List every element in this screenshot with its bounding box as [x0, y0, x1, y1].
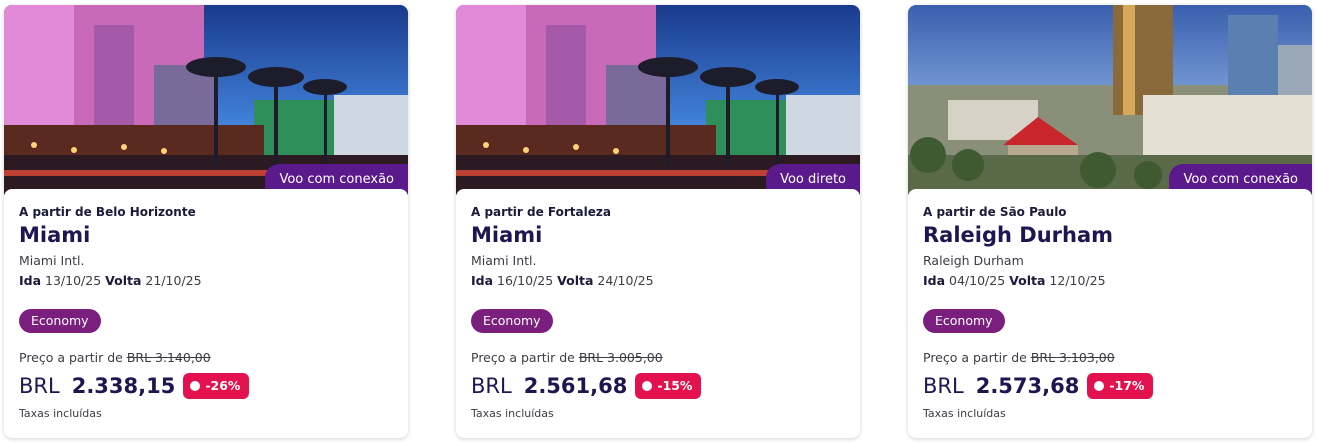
cabin-class-badge: Economy — [19, 309, 101, 333]
offer-card-miami-belo-horizonte[interactable]: Voo com conexão A partir de Belo Horizon… — [4, 5, 408, 438]
discount-value: -26% — [205, 378, 241, 393]
destination-title[interactable]: Miami — [19, 223, 90, 247]
outbound-label: Ida — [19, 273, 42, 288]
destination-title[interactable]: Raleigh Durham — [923, 223, 1113, 247]
price-row: BRL 2.338,15 -26% — [19, 372, 250, 400]
old-price: BRL 3.140,00 — [126, 350, 211, 365]
return-label: Volta — [1009, 273, 1046, 288]
tag-hole-icon — [1094, 381, 1105, 391]
card-body: A partir de Fortaleza Miami Miami Intl. … — [456, 189, 860, 432]
destination-title[interactable]: Miami — [471, 223, 542, 247]
origin-label: A partir de Fortaleza — [471, 205, 611, 219]
price-amount: 2.338,15 — [71, 374, 176, 398]
airport-name: Miami Intl. — [19, 253, 85, 268]
origin-label: A partir de São Paulo — [923, 205, 1067, 219]
return-date: 24/10/25 — [597, 273, 654, 288]
cabin-class-badge: Economy — [471, 309, 553, 333]
offer-card-miami-fortaleza[interactable]: Voo direto A partir de Fortaleza Miami M… — [456, 5, 860, 438]
taxes-note: Taxas incluídas — [923, 407, 1006, 420]
currency: BRL — [19, 374, 60, 398]
old-price: BRL 3.005,00 — [578, 350, 663, 365]
discount-tag: -17% — [1087, 373, 1154, 399]
discount-tag: -15% — [635, 373, 702, 399]
tag-hole-icon — [642, 381, 653, 391]
outbound-date: 04/10/25 — [949, 273, 1006, 288]
discount-tag: -26% — [183, 373, 250, 399]
taxes-note: Taxas incluídas — [19, 407, 102, 420]
price-row: BRL 2.561,68 -15% — [471, 372, 702, 400]
outbound-date: 16/10/25 — [497, 273, 554, 288]
return-date: 12/10/25 — [1049, 273, 1106, 288]
price-amount: 2.561,68 — [523, 374, 628, 398]
price-from-label: Preço a partir de — [471, 350, 575, 365]
offer-card-raleigh-durham-sao-paulo[interactable]: Voo com conexão A partir de São Paulo Ra… — [908, 5, 1312, 438]
price-from-label: Preço a partir de — [923, 350, 1027, 365]
price-from-label: Preço a partir de — [19, 350, 123, 365]
return-date: 21/10/25 — [145, 273, 202, 288]
discount-value: -15% — [657, 378, 693, 393]
airport-name: Miami Intl. — [471, 253, 537, 268]
tag-hole-icon — [190, 381, 201, 391]
price-from-text: Preço a partir de BRL 3.005,00 — [471, 350, 663, 365]
outbound-date: 13/10/25 — [45, 273, 102, 288]
price-amount: 2.573,68 — [975, 374, 1080, 398]
old-price: BRL 3.103,00 — [1030, 350, 1115, 365]
cabin-class-badge: Economy — [923, 309, 1005, 333]
price-from-text: Preço a partir de BRL 3.140,00 — [19, 350, 211, 365]
travel-dates: Ida 16/10/25 Volta 24/10/25 — [471, 273, 654, 288]
currency: BRL — [471, 374, 512, 398]
return-label: Volta — [557, 273, 594, 288]
discount-value: -17% — [1109, 378, 1145, 393]
price-from-text: Preço a partir de BRL 3.103,00 — [923, 350, 1115, 365]
price-row: BRL 2.573,68 -17% — [923, 372, 1154, 400]
origin-label: A partir de Belo Horizonte — [19, 205, 196, 219]
outbound-label: Ida — [923, 273, 946, 288]
travel-dates: Ida 04/10/25 Volta 12/10/25 — [923, 273, 1106, 288]
return-label: Volta — [105, 273, 142, 288]
airport-name: Raleigh Durham — [923, 253, 1024, 268]
card-body: A partir de São Paulo Raleigh Durham Ral… — [908, 189, 1312, 432]
outbound-label: Ida — [471, 273, 494, 288]
currency: BRL — [923, 374, 964, 398]
taxes-note: Taxas incluídas — [471, 407, 554, 420]
travel-dates: Ida 13/10/25 Volta 21/10/25 — [19, 273, 202, 288]
card-body: A partir de Belo Horizonte Miami Miami I… — [4, 189, 408, 432]
